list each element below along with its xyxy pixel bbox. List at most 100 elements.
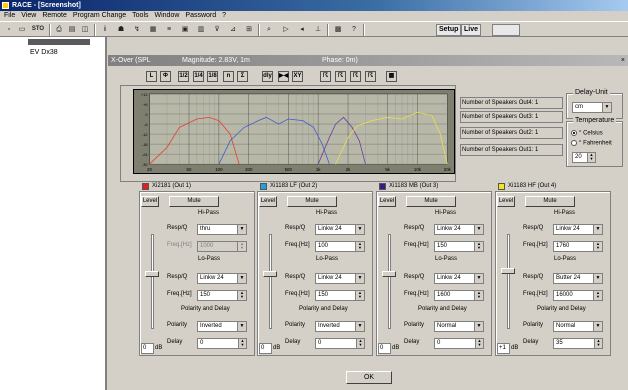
- tree-item-selected[interactable]: [28, 39, 90, 45]
- remote-icon[interactable]: ☗: [115, 24, 127, 35]
- gain-input[interactable]: 0: [378, 343, 391, 354]
- xover-tool-3[interactable]: 1/4: [193, 71, 204, 82]
- gain-input[interactable]: +1: [497, 343, 510, 354]
- level-button[interactable]: Level: [259, 196, 277, 207]
- lp-freq-input[interactable]: 150 ▲ ▼: [315, 290, 365, 301]
- delay-input[interactable]: 0 ▲ ▼: [315, 338, 365, 349]
- level-slider[interactable]: [382, 234, 396, 329]
- level-button[interactable]: Level: [141, 196, 159, 207]
- menu-item-2[interactable]: Remote: [42, 12, 67, 19]
- hp-respq-select[interactable]: Linkw 24 ▼: [315, 224, 365, 235]
- menu-item-7[interactable]: ?: [222, 12, 226, 19]
- menu-item-6[interactable]: Password: [185, 12, 216, 19]
- play-icon[interactable]: ▷: [280, 24, 292, 35]
- search-icon[interactable]: ⌕: [263, 24, 275, 35]
- open-icon[interactable]: ▭: [16, 24, 28, 35]
- level-icon[interactable]: ◂: [296, 24, 308, 35]
- lp-respq-select[interactable]: Linkw 24 ▼: [434, 273, 484, 284]
- xover-tool-9[interactable]: XY: [292, 71, 303, 82]
- level-button[interactable]: Level: [378, 196, 396, 207]
- menu-item-4[interactable]: Tools: [132, 12, 148, 19]
- close-icon[interactable]: ×: [621, 55, 625, 66]
- hp-freq-input[interactable]: 1000 ▲ ▼: [197, 241, 247, 252]
- mixer-icon[interactable]: ⊿: [227, 24, 239, 35]
- ok-button[interactable]: OK: [346, 371, 392, 384]
- xover-tool-5[interactable]: n: [223, 71, 234, 82]
- print-icon[interactable]: ⎙: [53, 24, 65, 35]
- fahrenheit-radio[interactable]: ° Fahrenheit: [571, 140, 612, 147]
- xover-tool-11[interactable]: ☈: [335, 71, 346, 82]
- delay-input[interactable]: 35 ▲ ▼: [553, 338, 603, 349]
- hp-freq-input[interactable]: 150 ▲ ▼: [434, 241, 484, 252]
- mute-button[interactable]: Mute: [169, 196, 219, 207]
- lp-respq-select[interactable]: Butter 24 ▼: [553, 273, 603, 284]
- gain-icon[interactable]: ⊥: [312, 24, 324, 35]
- xover-tool-1[interactable]: Φ: [160, 71, 171, 82]
- polarity-select[interactable]: Inverted ▼: [197, 321, 247, 332]
- preview-icon[interactable]: ◫: [79, 24, 91, 35]
- menu-item-5[interactable]: Window: [155, 12, 180, 19]
- live-button[interactable]: Live: [461, 24, 482, 36]
- xover-tool-6[interactable]: Σ: [237, 71, 248, 82]
- new-icon[interactable]: ▫: [3, 24, 15, 35]
- grid-icon[interactable]: ▩: [332, 24, 344, 35]
- spin-icon[interactable]: ▲ ▼: [237, 242, 246, 251]
- xover-tool-10[interactable]: ☈: [320, 71, 331, 82]
- xover-tool-7[interactable]: dly: [262, 71, 273, 82]
- spin-icon[interactable]: ▲ ▼: [474, 291, 483, 300]
- sto-icon[interactable]: STO: [30, 24, 46, 35]
- polarity-select[interactable]: Normal ▼: [553, 321, 603, 332]
- xover-tool-12[interactable]: ☈: [350, 71, 361, 82]
- mute-button[interactable]: Mute: [406, 196, 456, 207]
- lp-respq-select[interactable]: Linkw 24 ▼: [197, 273, 247, 284]
- xover-tool-4[interactable]: 1/8: [207, 71, 218, 82]
- spin-icon[interactable]: ▲ ▼: [593, 291, 602, 300]
- level-slider[interactable]: [501, 234, 515, 329]
- celsius-radio[interactable]: ° Celsius: [571, 130, 603, 137]
- lp-freq-input[interactable]: 1600 ▲ ▼: [434, 290, 484, 301]
- filter-icon[interactable]: ▥: [195, 24, 207, 35]
- slider-thumb[interactable]: [263, 271, 277, 277]
- level-slider[interactable]: [263, 234, 277, 329]
- spin-icon[interactable]: ▲ ▼: [238, 339, 246, 348]
- menu-item-1[interactable]: View: [21, 12, 36, 19]
- menu-item-0[interactable]: File: [4, 12, 15, 19]
- setup-button[interactable]: Setup: [436, 24, 462, 36]
- level-slider[interactable]: [145, 234, 159, 329]
- spin-icon[interactable]: ▲ ▼: [355, 291, 364, 300]
- spin-icon[interactable]: ▲ ▼: [593, 242, 602, 251]
- eq-icon[interactable]: ≡: [163, 24, 175, 35]
- menu-item-3[interactable]: Program Change: [73, 12, 126, 19]
- xover-tool-8[interactable]: ▶◀: [278, 71, 289, 82]
- lp-respq-select[interactable]: Linkw 24 ▼: [315, 273, 365, 284]
- hp-respq-select[interactable]: Linkw 24 ▼: [434, 224, 484, 235]
- gain-input[interactable]: 0: [259, 343, 272, 354]
- lp-freq-input[interactable]: 150 ▲ ▼: [197, 290, 247, 301]
- lp-freq-input[interactable]: 16000 ▲ ▼: [553, 290, 603, 301]
- xover-tool-0[interactable]: L: [146, 71, 157, 82]
- tree-item-label[interactable]: EV Dx38: [30, 49, 58, 56]
- spin-icon[interactable]: ▲ ▼: [356, 339, 364, 348]
- hp-respq-select[interactable]: Linkw 24 ▼: [553, 224, 603, 235]
- hp-freq-input[interactable]: 100 ▲ ▼: [315, 241, 365, 252]
- help-icon[interactable]: ?: [348, 24, 360, 35]
- spin-icon[interactable]: ▲ ▼: [355, 242, 364, 251]
- xover-tool-14[interactable]: ▦: [386, 71, 397, 82]
- mute-button[interactable]: Mute: [287, 196, 337, 207]
- spin-icon[interactable]: ▲ ▼: [237, 291, 246, 300]
- plug-icon[interactable]: ↯: [131, 24, 143, 35]
- polarity-select[interactable]: Normal ▼: [434, 321, 484, 332]
- spin-icon[interactable]: ▲ ▼: [587, 153, 595, 162]
- graph-icon[interactable]: ▣: [179, 24, 191, 35]
- slider-thumb[interactable]: [501, 268, 515, 274]
- delay-input[interactable]: 0 ▲ ▼: [197, 338, 247, 349]
- xover-tool-2[interactable]: 1/2: [178, 71, 189, 82]
- spin-icon[interactable]: ▲ ▼: [475, 339, 483, 348]
- slider-thumb[interactable]: [382, 271, 396, 277]
- delay-unit-select[interactable]: cm ▼: [572, 102, 612, 113]
- level-meter-icon[interactable]: ⊞: [243, 24, 255, 35]
- polarity-select[interactable]: Inverted ▼: [315, 321, 365, 332]
- delay-input[interactable]: 0 ▲ ▼: [434, 338, 484, 349]
- copy-icon[interactable]: ▤: [66, 24, 78, 35]
- speaker-icon[interactable]: ▦: [147, 24, 159, 35]
